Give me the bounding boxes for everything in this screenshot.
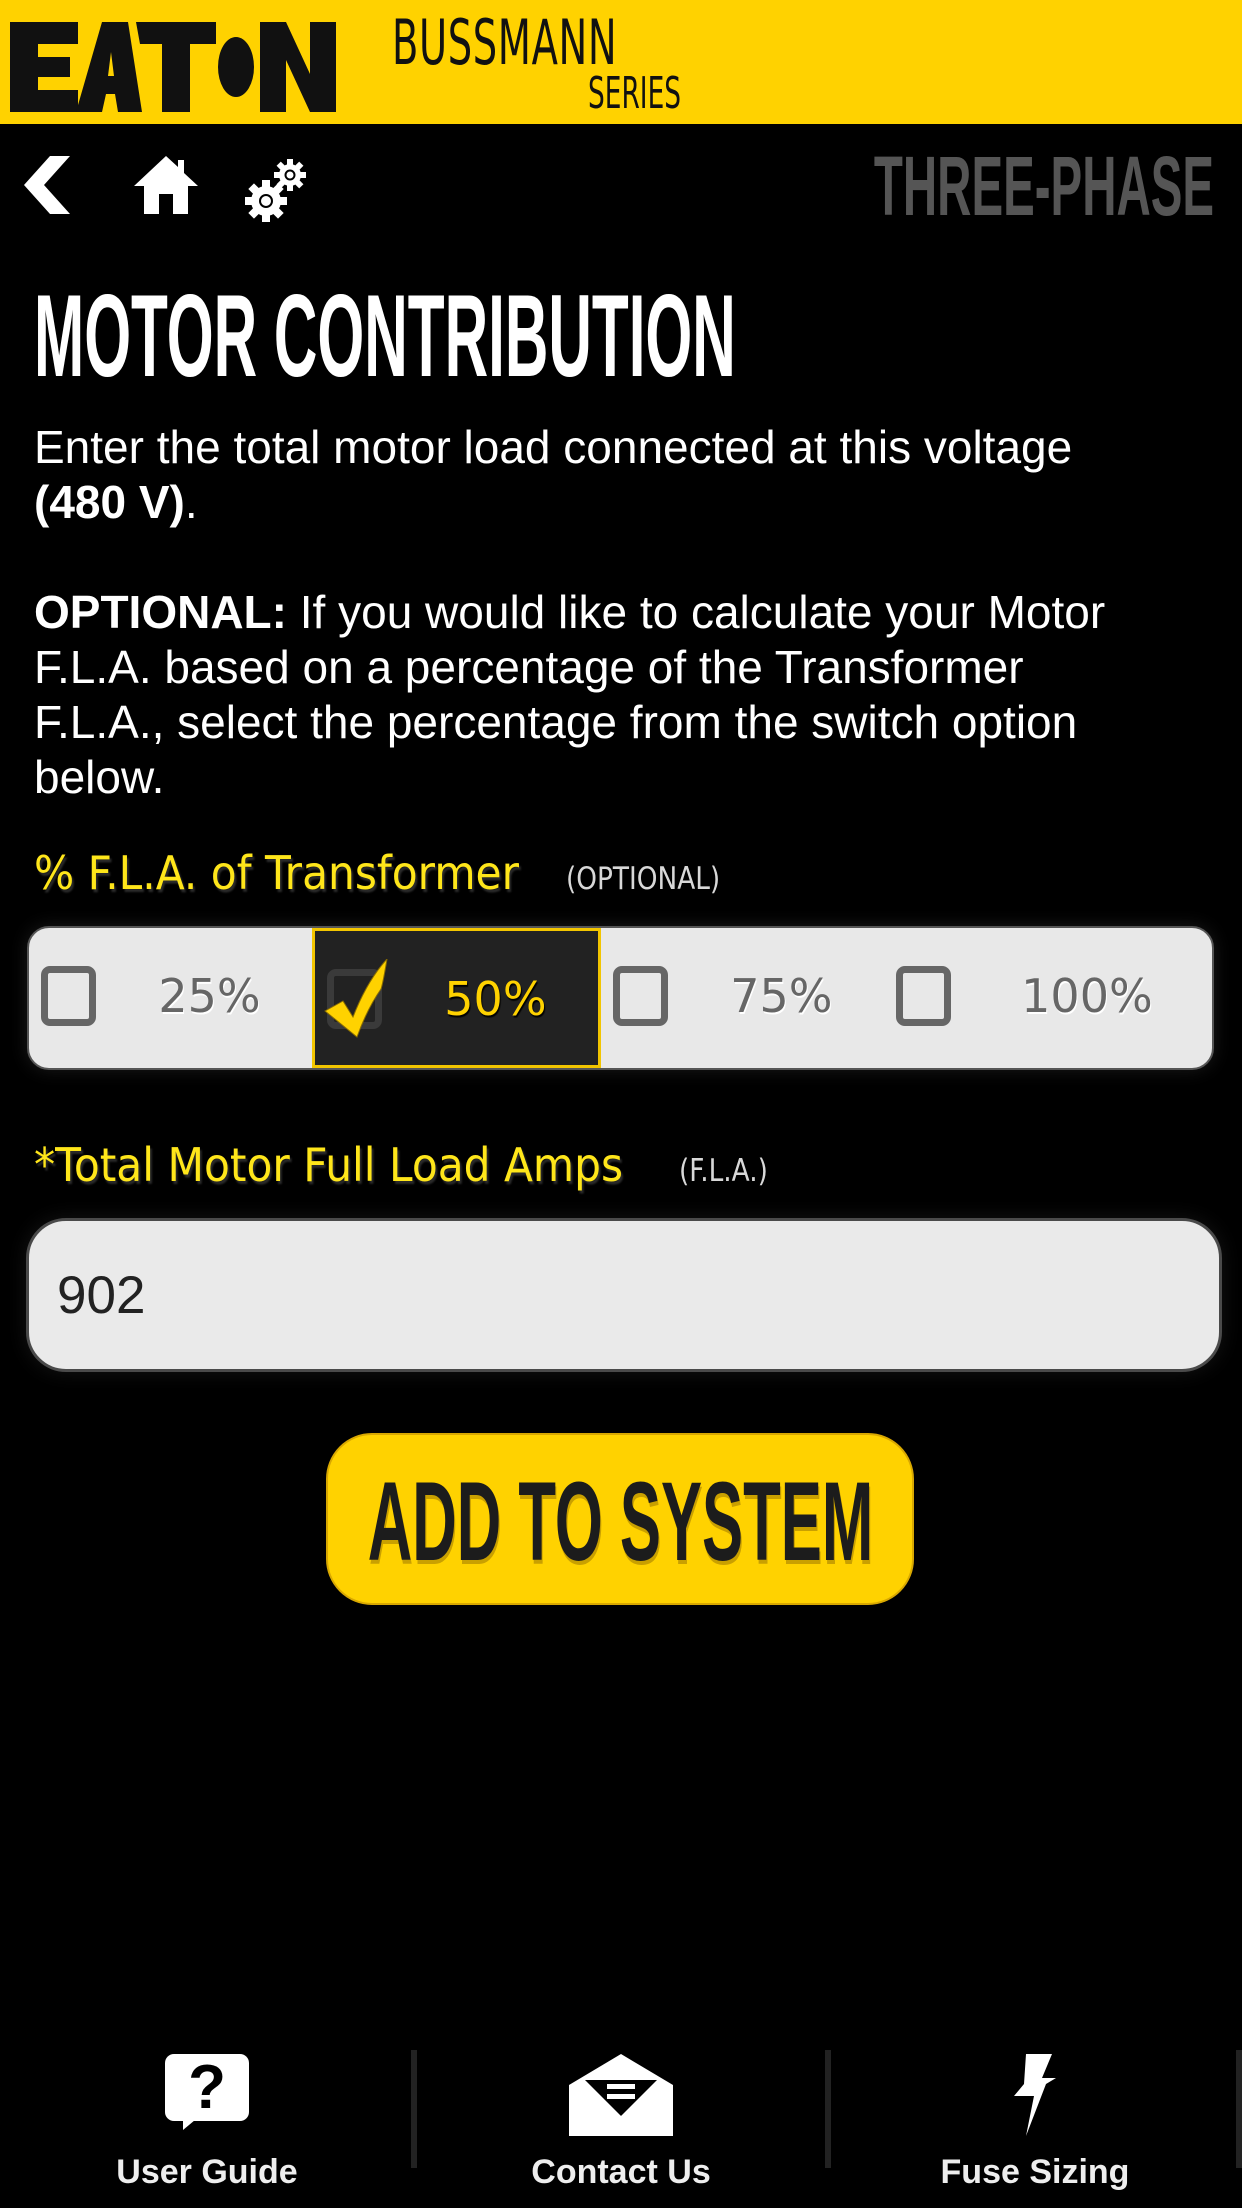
motor-fla-label: *Total Motor Full Load Amps (F.L.A.) [34,1138,768,1192]
back-icon[interactable] [20,156,72,214]
percent-option-75[interactable]: 75% [601,928,884,1068]
add-to-system-button[interactable]: ADD TO SYSTEM [326,1433,914,1605]
optional-line: below. [34,751,165,803]
tab-divider [1236,2050,1242,2168]
instructions-text: Enter the total motor load connected at … [34,420,1224,805]
home-icon[interactable] [132,156,200,214]
optional-tag: (OPTIONAL) [565,861,720,897]
optional-line: OPTIONAL: If you would like to calculate… [34,586,1106,638]
percent-option-50[interactable]: 50% [311,928,601,1068]
bottom-nav: ? User Guide Contact Us Fuse Sizing [0,2040,1242,2208]
tab-fuse-sizing[interactable]: Fuse Sizing [828,2040,1242,2208]
optional-prefix: OPTIONAL: [34,586,287,638]
svg-text:?: ? [188,2054,226,2122]
percent-fla-label: % F.L.A. of Transformer (OPTIONAL) [34,846,720,900]
voltage-value: (480 V) [34,476,185,528]
percent-option-25[interactable]: 25% [29,928,312,1068]
brand-header: BUSSMANN SERIES [0,0,1242,124]
motor-fla-input[interactable] [26,1218,1222,1372]
intro-line: (480 V). [34,476,198,528]
series-wordmark: SERIES [588,68,682,119]
tab-user-guide[interactable]: ? User Guide [0,2040,417,2208]
fla-tag: (F.L.A.) [678,1153,768,1189]
optional-line: F.L.A. based on a percentage of the Tran… [34,641,1024,693]
optional-line: F.L.A., select the percentage from the s… [34,696,1078,748]
intro-line: Enter the total motor load connected at … [34,421,1073,473]
percent-switch: 25% 50% 75% 100% [27,926,1214,1070]
bussmann-wordmark: BUSSMANN [392,6,618,79]
lightning-bolt-icon [1014,2054,1056,2136]
percent-option-100[interactable]: 100% [884,928,1212,1068]
eaton-logo [10,22,336,112]
settings-icon[interactable] [244,156,312,224]
envelope-icon [569,2054,673,2136]
help-bubble-icon: ? [165,2054,249,2130]
mode-label: THREE-PHASE [873,139,1214,233]
tab-contact-us[interactable]: Contact Us [414,2040,831,2208]
page-title: MOTOR CONTRIBUTION [34,270,736,401]
